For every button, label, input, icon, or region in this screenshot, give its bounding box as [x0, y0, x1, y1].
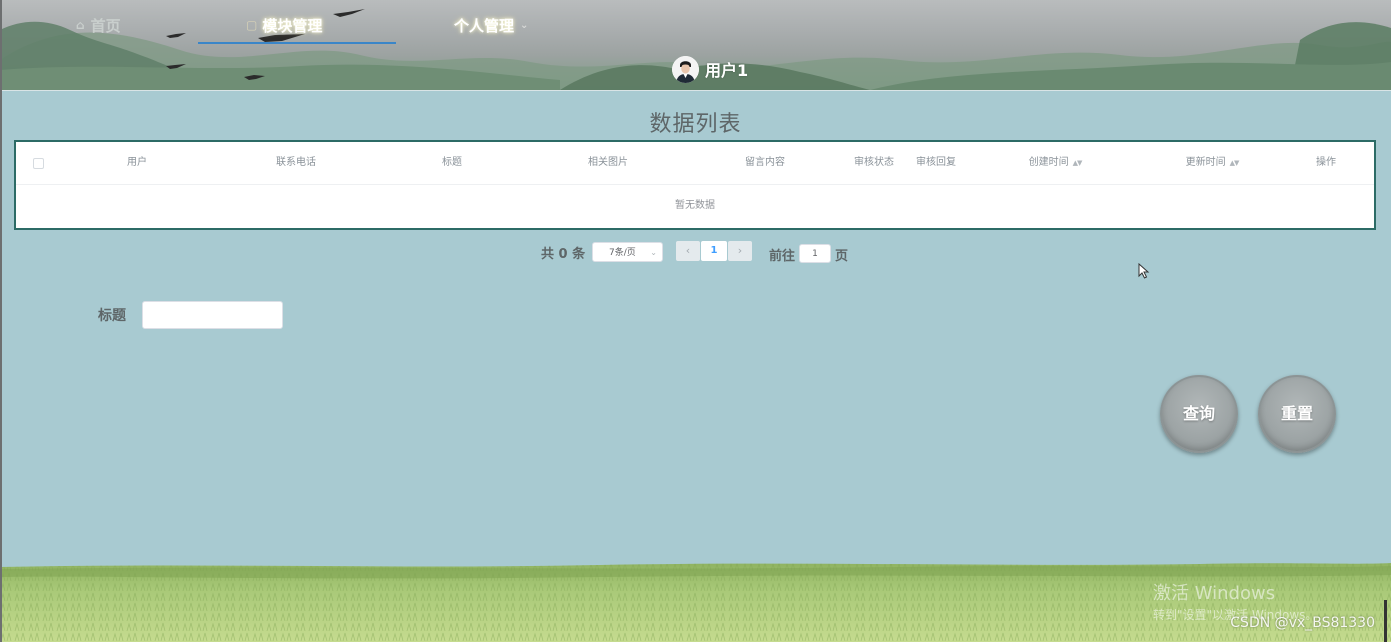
- query-button[interactable]: 查询: [1160, 375, 1238, 453]
- page-size-value: 7条/页: [609, 248, 636, 258]
- search-title-input[interactable]: [142, 301, 283, 329]
- goto-label: 前往: [769, 249, 796, 264]
- page-number-current[interactable]: 1: [701, 241, 727, 261]
- csdn-credit: CSDN @vx_BS81330: [1230, 615, 1375, 631]
- column-header-message: 留言内容: [745, 157, 785, 168]
- nav-home-label: 首页: [90, 16, 121, 35]
- top-header: ⌂ 首页 ▢ 模块管理 个人管理 ⌄ 用户1: [0, 0, 1391, 91]
- page-title: 数据列表: [649, 112, 742, 137]
- empty-table-text: 暂无数据: [675, 200, 715, 211]
- user-name: 用户1: [705, 61, 749, 80]
- chevron-down-icon: ⌄: [650, 248, 657, 257]
- chevron-right-icon: ›: [737, 244, 743, 257]
- table-header: 用户 联系电话 标题 相关图片 留言内容 审核状态 审核回复 创建时间 ▲▼ 更新…: [16, 142, 1374, 185]
- page-size-select[interactable]: 7条/页 ⌄: [592, 242, 663, 262]
- column-header-image: 相关图片: [588, 157, 628, 168]
- activate-title: 激活 Windows: [1153, 583, 1276, 604]
- column-header-updated-time[interactable]: 更新时间 ▲▼: [1185, 142, 1240, 184]
- select-all-checkbox[interactable]: [33, 158, 44, 169]
- pagination-total: 共 0 条: [541, 247, 586, 262]
- nav-personal-label: 个人管理: [454, 16, 515, 35]
- sort-icon[interactable]: ▲▼: [1230, 159, 1240, 167]
- data-table: 用户 联系电话 标题 相关图片 留言内容 审核状态 审核回复 创建时间 ▲▼ 更新…: [14, 140, 1376, 230]
- avatar-person-icon: [672, 55, 699, 83]
- nav-active-underline: [198, 42, 396, 44]
- cursor-icon: [1138, 263, 1150, 279]
- goto-page-input[interactable]: 1: [799, 244, 831, 263]
- sort-icon[interactable]: ▲▼: [1073, 159, 1083, 167]
- column-header-created-time[interactable]: 创建时间 ▲▼: [1028, 142, 1083, 184]
- chevron-left-icon: ‹: [685, 244, 691, 257]
- column-header-user: 用户: [127, 157, 147, 168]
- nav-personal-management[interactable]: 个人管理 ⌄: [454, 14, 528, 36]
- column-header-review-reply: 审核回复: [916, 157, 956, 168]
- window-edge: [0, 0, 2, 642]
- column-header-review-status: 审核状态: [854, 157, 894, 168]
- column-header-phone: 联系电话: [276, 157, 316, 168]
- reset-button[interactable]: 重置: [1258, 375, 1336, 453]
- module-icon: ▢: [246, 18, 258, 32]
- nav-module-label: 模块管理: [262, 16, 323, 35]
- avatar: [672, 55, 699, 83]
- home-icon: ⌂: [76, 18, 85, 32]
- prev-page-button[interactable]: ‹: [676, 241, 700, 261]
- goto-suffix: 页: [835, 249, 849, 264]
- column-header-actions: 操作: [1316, 157, 1336, 168]
- updated-time-label: 更新时间: [1185, 157, 1226, 168]
- created-time-label: 创建时间: [1028, 157, 1069, 168]
- nav-module-management[interactable]: ▢ 模块管理: [246, 14, 322, 36]
- user-profile[interactable]: 用户1: [672, 55, 748, 83]
- nav-home[interactable]: ⌂ 首页: [76, 14, 121, 36]
- search-title-label: 标题: [98, 308, 126, 324]
- scrollbar[interactable]: [1384, 600, 1387, 642]
- next-page-button[interactable]: ›: [728, 241, 752, 261]
- chevron-down-icon: ⌄: [520, 19, 529, 31]
- column-header-title: 标题: [442, 157, 462, 168]
